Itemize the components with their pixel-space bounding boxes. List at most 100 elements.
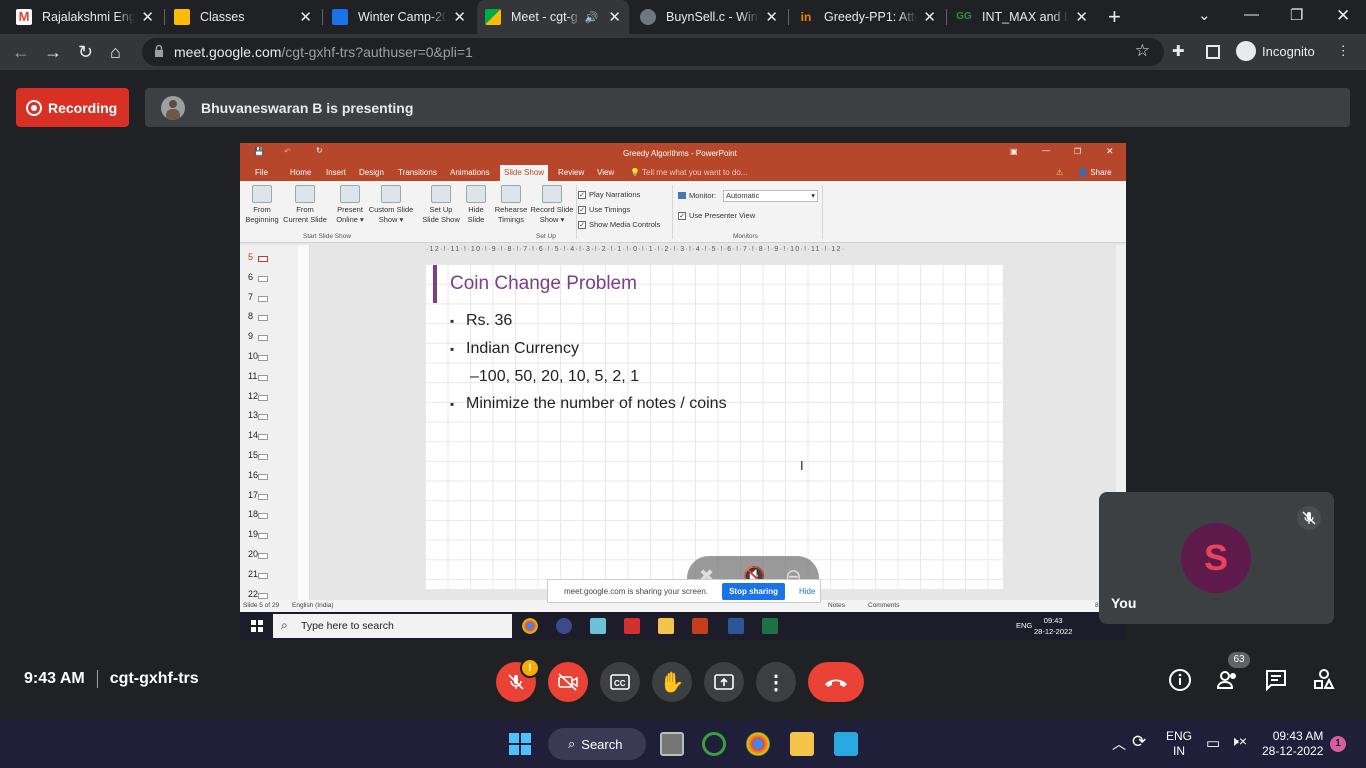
thumbnail-box [258, 553, 268, 559]
lock-icon [155, 44, 163, 57]
file-explorer-icon [658, 618, 674, 634]
sync-icon[interactable]: ⟳ [1132, 732, 1146, 752]
present-icon [714, 674, 734, 690]
activities-icon[interactable] [1312, 668, 1336, 692]
tab-gmail[interactable]: M Rajalakshmi Engi ✕ [8, 0, 162, 34]
tab-classes[interactable]: Classes ✕ [166, 0, 320, 34]
meet-icon [485, 9, 501, 25]
from-beginning-button: From Beginning [242, 185, 282, 225]
tab-label: BuynSell.c - Wint [666, 10, 760, 24]
more-icon[interactable]: ⋮ [1337, 43, 1350, 59]
ppt-window-title: Greedy Algorithms - PowerPoint [623, 149, 737, 158]
slideshow-current-icon [295, 185, 315, 203]
acrobat-icon [624, 618, 640, 634]
gmail-icon: M [16, 9, 32, 25]
chat-icon[interactable] [1264, 668, 1288, 692]
ppt-tab-design: Design [359, 168, 384, 177]
extensions-icon[interactable]: ✚ [1172, 42, 1185, 60]
task-view-icon[interactable] [660, 732, 684, 756]
volume-muted-icon[interactable]: 🕨× [1230, 733, 1247, 750]
svg-text:CC: CC [614, 679, 626, 688]
thumbnail-box [258, 394, 268, 401]
recording-button[interactable]: Recording [16, 88, 129, 127]
file-explorer-icon[interactable] [790, 732, 814, 756]
tab-label: Winter Camp-202 [358, 10, 448, 24]
bookmark-star-icon[interactable]: ☆ [1135, 41, 1150, 61]
people-icon[interactable] [1216, 668, 1240, 692]
close-icon[interactable]: ✕ [299, 8, 312, 26]
mic-off-icon [1297, 506, 1321, 530]
camera-toggle-button[interactable] [548, 662, 588, 702]
present-screen-button[interactable] [704, 662, 744, 702]
home-button[interactable]: ⌂ [110, 42, 121, 63]
self-video-tile[interactable]: S You [1099, 492, 1334, 624]
meeting-details: 9:43 AM cgt-gxhf-trs [24, 670, 199, 688]
tab-meet[interactable]: Meet - cgt-g 🔊 ✕ [477, 0, 629, 34]
rb-label: Set Up [429, 205, 453, 214]
language-status: English (India) [292, 602, 334, 609]
chevron-up-icon[interactable]: ︿ [1112, 734, 1126, 754]
thumbnail-box [258, 473, 268, 480]
notepad-icon[interactable] [834, 732, 858, 756]
raise-hand-button[interactable]: ✋ [652, 662, 692, 702]
forward-button[interactable]: → [44, 42, 62, 63]
back-button[interactable]: ← [12, 42, 30, 63]
app-icon[interactable] [702, 732, 726, 756]
close-window-button[interactable]: ✕ [1336, 6, 1350, 26]
captions-button[interactable]: CC [600, 662, 640, 702]
close-icon[interactable]: ✕ [453, 8, 466, 26]
close-icon[interactable]: ✕ [1075, 8, 1088, 26]
self-name: You [1111, 595, 1137, 611]
tab-search-chevron-icon[interactable]: ⌄ [1198, 6, 1211, 24]
text-cursor-icon: I [800, 458, 804, 473]
warning-badge: ! [520, 658, 540, 678]
presenter-avatar [161, 95, 185, 120]
chk-label: Use Presenter View [689, 211, 756, 220]
taskbar-clock[interactable]: 09:43 AM 28-12-2022 [1262, 729, 1323, 759]
close-icon[interactable]: ✕ [765, 8, 778, 26]
restore-button[interactable]: ❐ [1290, 6, 1303, 24]
taskbar-search-button[interactable]: ⌕ Search [548, 728, 646, 760]
presenting-label: Bhuvaneswaran B is presenting [201, 99, 414, 116]
rb-label: Current Slide [283, 215, 327, 224]
thumbnail-box [258, 454, 268, 460]
thumbnail-box [258, 572, 268, 579]
close-icon[interactable]: ✕ [141, 8, 154, 26]
speaker-icon[interactable]: 🔊 [585, 11, 599, 24]
rb-label: Timings [498, 215, 524, 224]
group-set-up: Set Up [536, 233, 556, 240]
thumbnail-box [258, 295, 268, 302]
rb-label: From [296, 205, 314, 214]
side-panel-icon[interactable] [1206, 45, 1220, 59]
ppt-tab-view: View [597, 168, 615, 177]
use-timings-checkbox: ✓ Use Timings [578, 205, 631, 214]
taskbar-language[interactable]: ENG IN [1166, 729, 1192, 759]
more-options-button[interactable]: ⋮ [756, 662, 796, 702]
rb-label: Beginning [245, 215, 279, 224]
chrome-icon[interactable] [746, 732, 770, 756]
incognito-indicator[interactable]: Incognito ⋮ [1236, 41, 1350, 61]
info-icon[interactable] [1168, 668, 1192, 692]
thumbnail-box [258, 335, 268, 342]
notification-badge[interactable]: 1 [1330, 736, 1346, 752]
tab-int-max[interactable]: GG INT_MAX and IN ✕ [948, 0, 1096, 34]
windows-start-icon[interactable] [508, 732, 532, 756]
tab-greedy[interactable]: in Greedy-PP1: Atte ✕ [790, 0, 944, 34]
tab-buynsell[interactable]: BuynSell.c - Wint ✕ [632, 0, 786, 34]
slide-editing-area: Coin Change Problem Rs. 36 Indian Curren… [310, 258, 1126, 600]
ppt-close-icon: ✕ [1106, 146, 1114, 156]
tab-label: Meet - cgt-g [511, 10, 578, 24]
reload-button[interactable]: ↻ [78, 42, 93, 63]
close-icon[interactable]: ✕ [923, 8, 936, 26]
leave-call-button[interactable] [808, 662, 864, 702]
tab-winter-camp[interactable]: Winter Camp-202 ✕ [324, 0, 474, 34]
monitor-value: Automatic [726, 191, 760, 200]
minimize-button[interactable]: — [1244, 6, 1259, 23]
network-icon[interactable]: ▭ [1206, 734, 1220, 752]
close-icon[interactable]: ✕ [608, 8, 621, 26]
hide-slide-button: Hide Slide [462, 185, 490, 225]
lang-bottom: IN [1173, 744, 1185, 758]
rehearse-timings-button: Rehearse Timings [492, 185, 530, 225]
new-tab-button[interactable]: + [1108, 4, 1121, 30]
omnibox[interactable]: meet.google.com/cgt-gxhf-trs?authuser=0&… [142, 38, 1164, 66]
